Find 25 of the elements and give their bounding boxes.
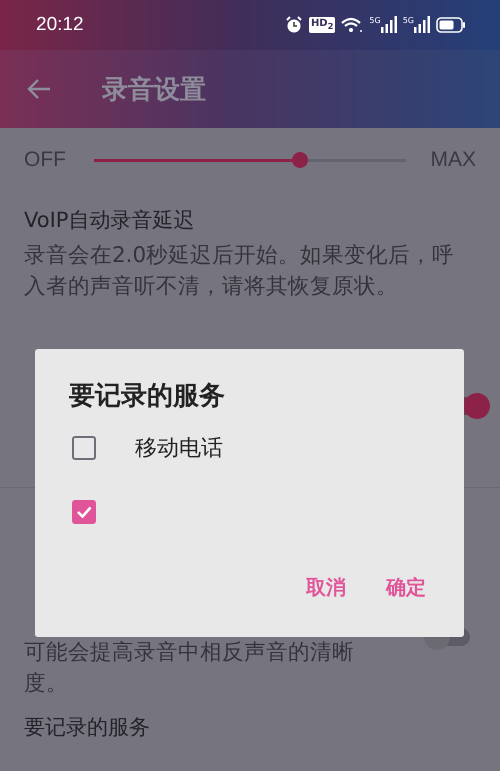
slider-max-label: MAX [430, 148, 476, 172]
dialog-title: 要记录的服务 [69, 380, 226, 413]
network-label: 5G [402, 16, 414, 25]
dialog-button[interactable]: 确定 [384, 570, 428, 605]
option-label: 移动电话 [135, 435, 223, 463]
slider-thumb[interactable] [292, 152, 308, 168]
alarm-icon [284, 16, 303, 34]
signal-icon [414, 16, 430, 34]
setting-title[interactable]: VoIP自动录音延迟 [24, 204, 476, 236]
slider-min-label: OFF [24, 148, 66, 172]
network-label: 5G [369, 16, 381, 25]
dialog-button[interactable]: 取消 [304, 570, 348, 605]
hd-badge: HD$_{2}$ [308, 17, 336, 33]
setting-description: 录音会在2.0秒延迟后开始。如果变化后，呼入者的声音听不清，请将其恢复原状。 [24, 242, 456, 301]
signal-icon [380, 16, 397, 34]
battery-icon [436, 17, 466, 33]
setting-description: 可能会提高录音中相反声音的清晰 [24, 639, 355, 667]
clock-time: 20:12 [36, 14, 84, 36]
page-title: 录音设置 [102, 74, 206, 106]
back-icon[interactable] [26, 78, 52, 100]
wifi-icon [341, 16, 364, 34]
checkbox[interactable] [72, 500, 96, 524]
setting-title[interactable]: 要记录的服务 [24, 711, 476, 743]
checkbox[interactable] [72, 436, 96, 460]
setting-description: 度。 [24, 670, 69, 698]
